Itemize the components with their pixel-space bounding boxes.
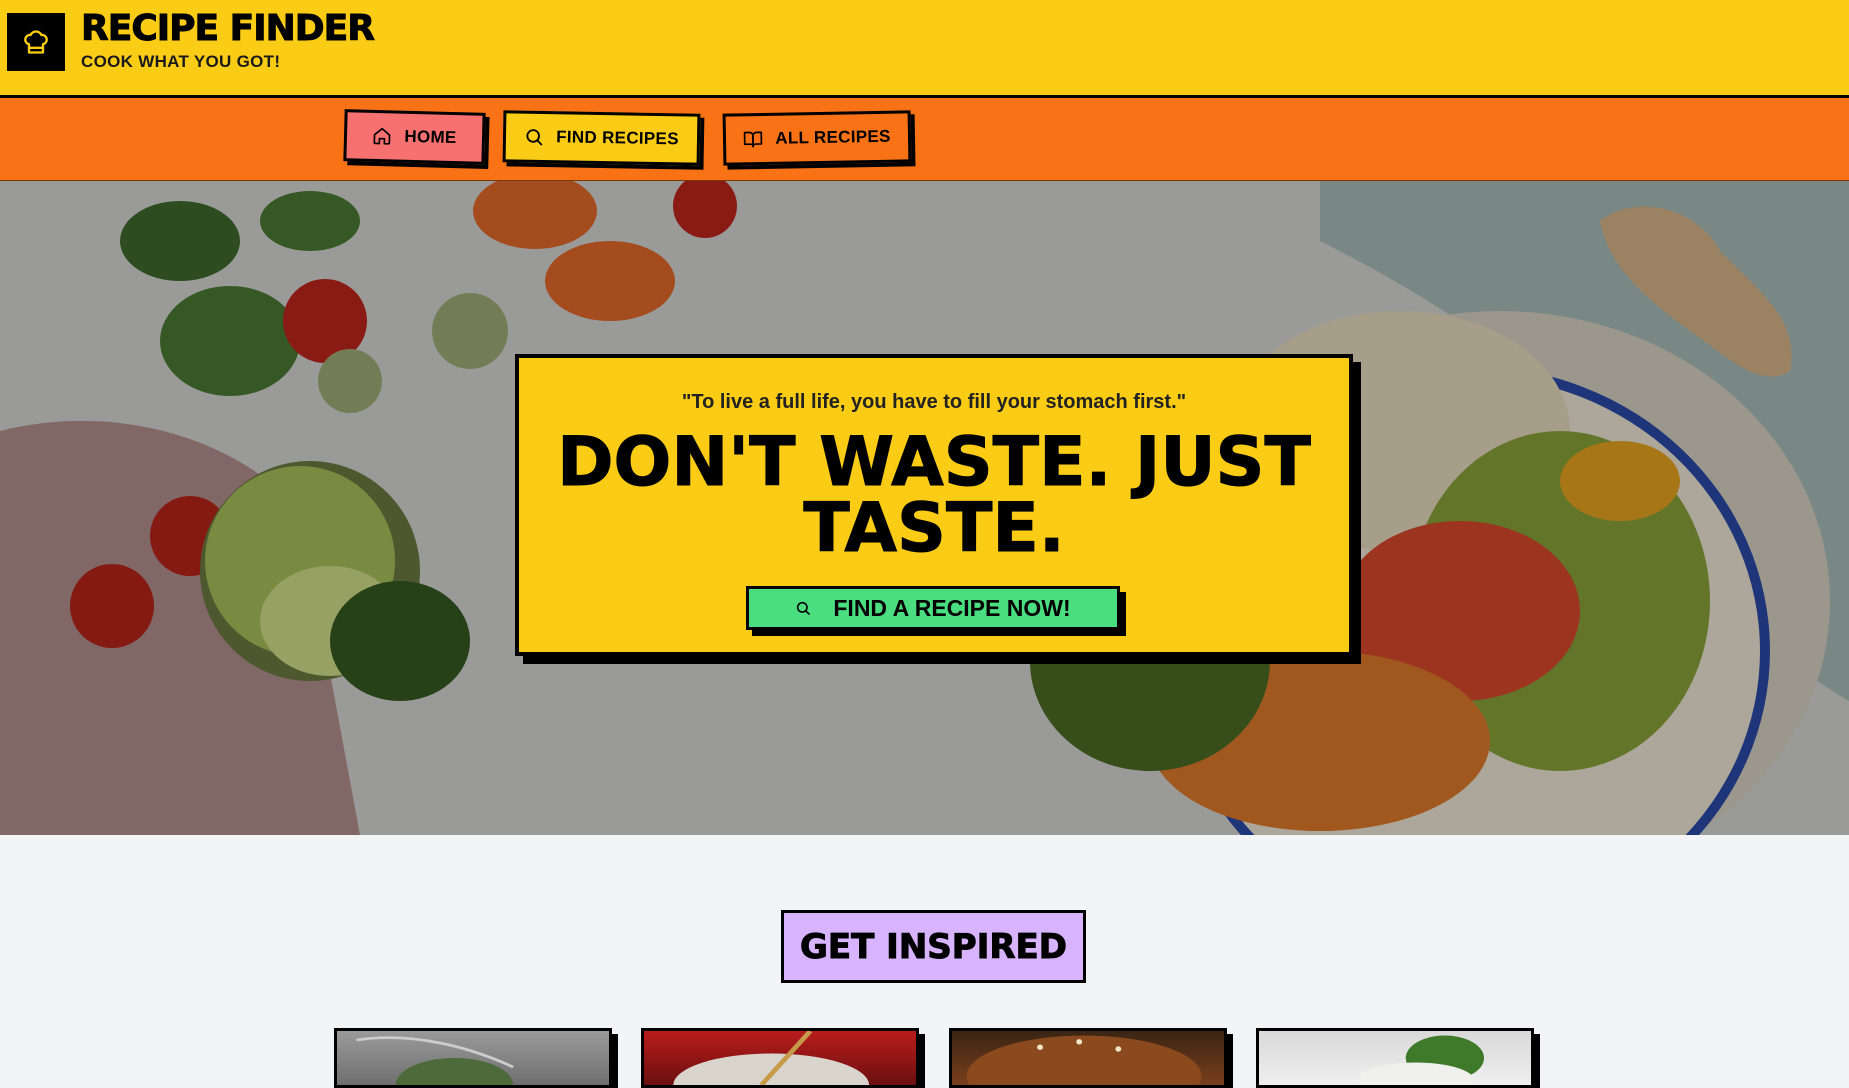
search-icon: [797, 601, 811, 615]
hero-quote: "To live a full life, you have to fill y…: [681, 391, 1187, 413]
nav-home-button[interactable]: HOME: [343, 109, 486, 165]
nav-home-label: HOME: [404, 126, 457, 148]
nav-all-recipes-button[interactable]: ALL RECIPES: [722, 110, 912, 166]
recipe-card[interactable]: [641, 1028, 919, 1088]
nav-find-recipes-button[interactable]: FIND RECIPES: [502, 110, 701, 166]
recipe-card-image: [966, 1035, 1202, 1085]
get-inspired-heading: GET INSPIRED: [781, 910, 1086, 983]
nav-find-recipes-label: FIND RECIPES: [556, 127, 679, 149]
main-nav: HOME FIND RECIPES ALL RECIPES: [0, 98, 1849, 181]
site-tagline: COOK WHAT YOU GOT!: [81, 52, 281, 71]
recipe-card-image: [356, 1036, 514, 1085]
search-icon: [526, 129, 543, 146]
site-title[interactable]: RECIPE FINDER: [81, 8, 376, 50]
recipe-card-image: [673, 1031, 870, 1085]
hero-heading: DON'T WASTE. JUST TASTE.: [557, 423, 1312, 568]
find-recipe-now-button[interactable]: FIND A RECIPE NOW!: [746, 586, 1120, 630]
book-icon: [744, 131, 763, 148]
nav-all-recipes-label: ALL RECIPES: [775, 126, 891, 148]
recipe-card[interactable]: [1256, 1028, 1534, 1088]
chef-hat-icon: [24, 30, 48, 54]
recipe-card-image: [1356, 1035, 1485, 1085]
hero-section: "To live a full life, you have to fill y…: [0, 181, 1849, 835]
recipe-card[interactable]: [949, 1028, 1227, 1088]
logo[interactable]: [7, 13, 65, 71]
site-header: RECIPE FINDER COOK WHAT YOU GOT!: [0, 0, 1849, 98]
find-recipe-now-label: FIND A RECIPE NOW!: [833, 594, 1071, 621]
recipe-card[interactable]: [334, 1028, 612, 1088]
home-icon: [373, 127, 391, 145]
